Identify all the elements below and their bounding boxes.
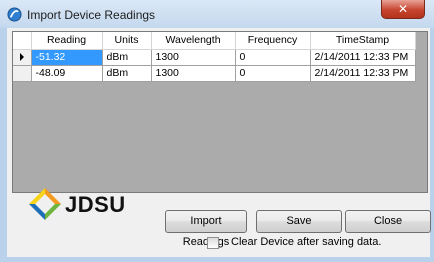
- cell-units[interactable]: dBm: [102, 65, 152, 82]
- row-header-current[interactable]: [13, 49, 32, 66]
- row-header-corner: [13, 32, 32, 50]
- cell-frequency[interactable]: 0: [235, 65, 311, 82]
- header-row: Reading Units Wavelength Frequency TimeS…: [13, 32, 416, 50]
- column-header-frequency[interactable]: Frequency: [235, 32, 311, 50]
- clear-device-label[interactable]: Clear Device after saving data.: [231, 236, 381, 248]
- current-row-arrow-icon: [19, 53, 24, 62]
- cell-timestamp[interactable]: 2/14/2011 12:33 PM: [310, 49, 416, 66]
- close-button[interactable]: Close: [345, 210, 431, 233]
- clear-device-checkbox[interactable]: [207, 237, 219, 249]
- cell-reading[interactable]: -48.09: [31, 65, 103, 82]
- import-readings-button[interactable]: Import Readings: [165, 210, 247, 248]
- close-icon: ✕: [397, 2, 409, 16]
- cell-frequency[interactable]: 0: [235, 49, 311, 66]
- import-device-readings-window: Import Device Readings ✕ Reading Units W…: [0, 0, 434, 262]
- window-close-button[interactable]: ✕: [381, 0, 425, 19]
- cell-timestamp[interactable]: 2/14/2011 12:33 PM: [310, 65, 416, 82]
- title-bar[interactable]: Import Device Readings ✕: [0, 0, 434, 28]
- app-icon: [7, 7, 22, 22]
- save-button[interactable]: Save: [256, 210, 342, 233]
- window-title: Import Device Readings: [27, 8, 156, 22]
- column-header-reading[interactable]: Reading: [31, 32, 103, 50]
- row-header[interactable]: [13, 65, 32, 82]
- column-header-units[interactable]: Units: [102, 32, 152, 50]
- logo-text: JDSU: [65, 192, 126, 217]
- cell-units[interactable]: dBm: [102, 49, 152, 66]
- column-header-wavelength[interactable]: Wavelength: [151, 32, 236, 50]
- cell-wavelength[interactable]: 1300: [151, 49, 236, 66]
- table-row[interactable]: -48.09 dBm 1300 0 2/14/2011 12:33 PM: [13, 65, 416, 82]
- jdsu-logo: JDSU: [28, 184, 153, 224]
- cell-wavelength[interactable]: 1300: [151, 65, 236, 82]
- column-header-timestamp[interactable]: TimeStamp: [310, 32, 416, 50]
- readings-table: Reading Units Wavelength Frequency TimeS…: [13, 32, 416, 82]
- readings-grid[interactable]: Reading Units Wavelength Frequency TimeS…: [12, 31, 428, 193]
- jdsu-diamond-icon: [29, 188, 61, 220]
- cell-reading[interactable]: -51.32: [31, 49, 103, 66]
- table-row[interactable]: -51.32 dBm 1300 0 2/14/2011 12:33 PM: [13, 49, 416, 66]
